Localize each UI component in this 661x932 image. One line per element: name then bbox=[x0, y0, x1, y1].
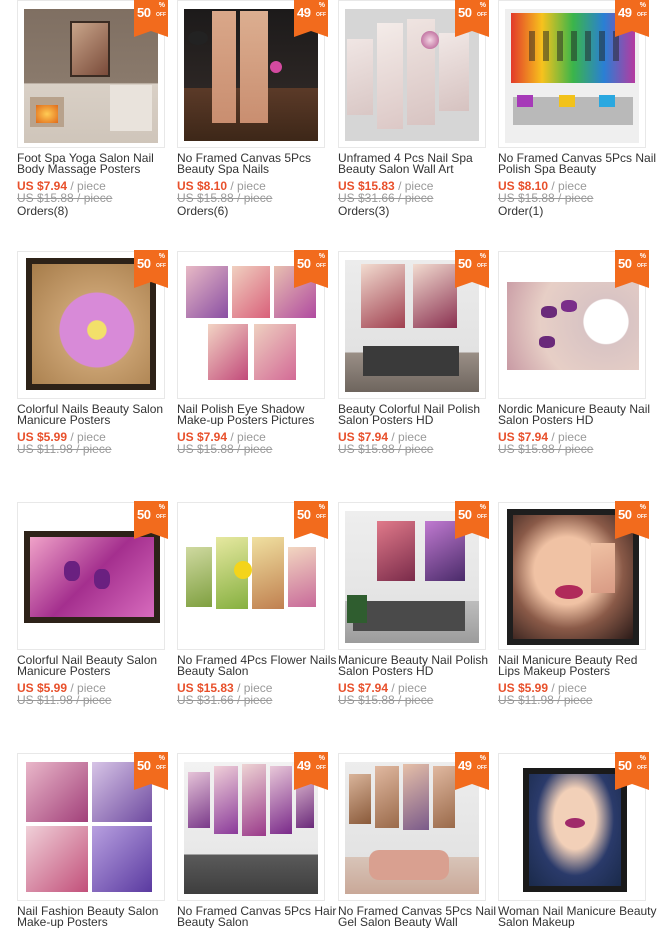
discount-badge: 50% OFF bbox=[615, 752, 649, 790]
original-price: US $15.88 / piece bbox=[177, 191, 273, 205]
product-title[interactable]: No Framed Canvas 5Pcs Nail Gel Salon Bea… bbox=[338, 906, 498, 928]
product-title[interactable]: Beauty Colorful Nail Polish Salon Poster… bbox=[338, 404, 498, 426]
product-title[interactable]: No Framed Canvas 5Pcs Beauty Spa Nails bbox=[177, 153, 337, 175]
discount-badge: 50% OFF bbox=[134, 501, 168, 539]
product-title[interactable]: Nail Manicure Beauty Red Lips Makeup Pos… bbox=[498, 655, 658, 677]
discount-badge: 49% OFF bbox=[455, 752, 489, 790]
original-price: US $15.88 / piece bbox=[498, 191, 594, 205]
discount-badge: 50% OFF bbox=[455, 501, 489, 539]
original-price: US $11.98 / piece bbox=[498, 693, 593, 707]
product-title[interactable]: No Framed 4Pcs Flower Nails Beauty Salon bbox=[177, 655, 337, 677]
order-count: Orders(6) bbox=[177, 204, 229, 218]
original-price: US $15.88 / piece bbox=[177, 442, 273, 456]
original-price: US $15.88 / piece bbox=[498, 442, 594, 456]
discount-badge: 49% OFF bbox=[294, 0, 328, 37]
discount-badge: 50% OFF bbox=[455, 0, 489, 37]
original-price: US $15.88 / piece bbox=[338, 442, 434, 456]
product-title[interactable]: Nail Polish Eye Shadow Make-up Posters P… bbox=[177, 404, 337, 426]
product-grid: 50% OFF Foot Spa Yoga Salon Nail Body Mas… bbox=[0, 0, 661, 932]
product-title[interactable]: Colorful Nails Beauty Salon Manicure Pos… bbox=[17, 404, 177, 426]
product-title[interactable]: Nail Fashion Beauty Salon Make-up Poster… bbox=[17, 906, 177, 928]
product-title[interactable]: Manicure Beauty Nail Polish Salon Poster… bbox=[338, 655, 498, 677]
discount-badge: 50% OFF bbox=[455, 250, 489, 288]
discount-badge: 49% OFF bbox=[615, 0, 649, 37]
discount-badge: 50% OFF bbox=[615, 250, 649, 288]
original-price: US $15.88 / piece bbox=[338, 693, 434, 707]
discount-badge: 50% OFF bbox=[134, 250, 168, 288]
original-price: US $31.66 / piece bbox=[338, 191, 434, 205]
order-count: Order(1) bbox=[498, 204, 544, 218]
product-title[interactable]: No Framed Canvas 5Pcs Nail Polish Spa Be… bbox=[498, 153, 658, 175]
discount-badge: 50% OFF bbox=[615, 501, 649, 539]
order-count: Orders(3) bbox=[338, 204, 390, 218]
discount-badge: 50% OFF bbox=[294, 250, 328, 288]
discount-badge: 50% OFF bbox=[134, 752, 168, 790]
original-price: US $11.98 / piece bbox=[17, 442, 112, 456]
product-title[interactable]: Unframed 4 Pcs Nail Spa Beauty Salon Wal… bbox=[338, 153, 498, 175]
discount-badge: 50% OFF bbox=[134, 0, 168, 37]
product-title[interactable]: Foot Spa Yoga Salon Nail Body Massage Po… bbox=[17, 153, 177, 175]
original-price: US $31.66 / piece bbox=[177, 693, 273, 707]
order-count: Orders(8) bbox=[17, 204, 69, 218]
product-title[interactable]: Woman Nail Manicure Beauty Salon Makeup bbox=[498, 906, 658, 928]
product-title[interactable]: No Framed Canvas 5Pcs Hair Beauty Salon bbox=[177, 906, 337, 928]
original-price: US $11.98 / piece bbox=[17, 693, 112, 707]
discount-badge: 49% OFF bbox=[294, 752, 328, 790]
product-title[interactable]: Colorful Nail Beauty Salon Manicure Post… bbox=[17, 655, 177, 677]
discount-badge: 50% OFF bbox=[294, 501, 328, 539]
product-title[interactable]: Nordic Manicure Beauty Nail Salon Poster… bbox=[498, 404, 658, 426]
original-price: US $15.88 / piece bbox=[17, 191, 113, 205]
